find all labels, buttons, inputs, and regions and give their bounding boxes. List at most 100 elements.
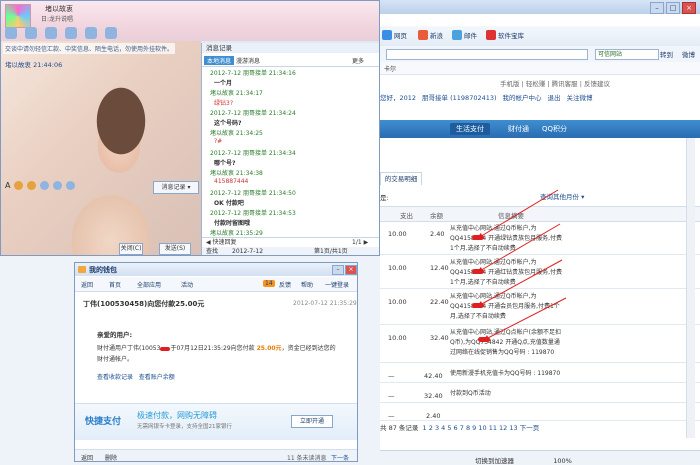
next-page-link[interactable]: 下一页 (520, 424, 540, 432)
voice-icon[interactable] (25, 27, 37, 39)
input-toolbar: A (5, 181, 76, 190)
message-time: 2012-07-12 21:35:29 (293, 300, 357, 307)
chat-toolbar (5, 27, 117, 39)
message-record-button[interactable]: 消息记录 ▾ (153, 181, 199, 194)
screen-icon[interactable] (65, 27, 77, 39)
page-numbers[interactable]: 1 2 3 4 5 6 7 8 9 10 11 12 13 (423, 424, 518, 432)
tab-local-messages[interactable]: 本地消息 (204, 56, 235, 65)
table-row: 10.00 22.40 从充值中心网站,通过Q币帐户,为QQ4158874 开通… (380, 288, 700, 325)
video-icon[interactable] (5, 27, 17, 39)
one-click-login-button[interactable]: 一键登录 (325, 280, 349, 289)
redaction-mark (478, 337, 490, 342)
tab-qq-points[interactable]: QQ积分 (542, 124, 567, 134)
history-line: 这个号码? (214, 120, 242, 127)
sticker-icon[interactable] (27, 181, 37, 190)
view-receipts-link[interactable]: 查看收款记录 (97, 374, 133, 381)
address-bar: 可信网站 转到 微博 (380, 46, 700, 63)
wallet-titlebar: 我的钱包 – × (75, 263, 357, 276)
mail-icon (452, 30, 462, 40)
query-other-month[interactable]: 查询其他月份 ▾ (540, 191, 584, 201)
history-line: 哪个号? (214, 160, 236, 167)
app-icon[interactable] (85, 27, 97, 39)
minimize-button[interactable]: – (332, 265, 344, 275)
total-records: 共 87 条记录 (380, 424, 419, 432)
font-icon[interactable]: A (5, 181, 10, 190)
url-input[interactable] (386, 49, 588, 60)
zoom-level[interactable]: 100% (553, 457, 572, 465)
toolbar-social[interactable]: 新浪 (418, 30, 443, 40)
activity-button[interactable]: 活动 (181, 280, 193, 289)
follow-weibo-link[interactable]: 关注微博 (567, 94, 593, 102)
history-line: 堵以故衷 21:34:25 (210, 130, 263, 137)
music-icon[interactable] (66, 181, 76, 190)
more-icon[interactable] (105, 27, 117, 39)
logout-link[interactable]: 退出 (548, 94, 561, 102)
help-button[interactable]: 帮助 (301, 280, 313, 289)
toolbar-web[interactable]: 网页 (382, 30, 407, 40)
promo-banner: 快捷支付 极速付款，网购无障碍 无需网银专卡登录，支持全国21家银行 立即开通 (75, 403, 357, 440)
history-date[interactable]: 2012-7-12 (232, 247, 263, 255)
avatar[interactable] (5, 4, 31, 28)
emoji-icon[interactable] (14, 181, 24, 190)
more-button[interactable]: 更多 (352, 56, 364, 65)
wallet-links: 查看收款记录 查看账户余额 (97, 372, 175, 381)
history-line: OK 付款吧 (214, 200, 244, 207)
table-row: — 42.40 使用新漫手机充值卡为QQ号码 : 119870 (380, 362, 700, 383)
history-page: 第1页/共1页 (314, 248, 348, 255)
history-tabs: 本地消息 漫游消息 更多 (202, 55, 379, 67)
nav-tab-bar: 生活支付 财付通 QQ积分 (380, 120, 700, 138)
next-message-link[interactable]: 下一条 (331, 453, 349, 461)
feedback-button[interactable]: 反馈 (279, 280, 291, 289)
table-row: 10.00 2.40 从充值中心网站,通过Q币帐户,为QQ4158874 开通绿… (380, 220, 700, 255)
col-info: 信息摘要 (498, 212, 524, 220)
activate-now-button[interactable]: 立即开通 (291, 415, 333, 428)
contact-status: 日:龙升说唱 (41, 16, 74, 23)
file-icon[interactable] (45, 27, 57, 39)
toolbar-software[interactable]: 软件宝库 (486, 30, 524, 40)
scrollbar[interactable] (686, 138, 695, 438)
home-button[interactable]: 首页 (109, 280, 121, 289)
toolbar-mail[interactable]: 邮件 (452, 30, 477, 40)
bookmark-item[interactable]: 卡尔 (384, 64, 396, 73)
tab-life-pay[interactable]: 生活支付 (450, 123, 490, 135)
send-button[interactable]: 发送(S) (159, 243, 191, 255)
footer-back-button[interactable]: 返回 (81, 453, 93, 461)
close-button[interactable]: × (682, 2, 696, 14)
pagination: 共 87 条记录 1 2 3 4 5 6 7 8 9 10 11 12 13 下… (380, 422, 539, 432)
delete-button[interactable]: 删除 (105, 453, 117, 461)
minimize-button[interactable]: – (650, 2, 664, 14)
history-line: 堵以故衷 21:35:29 (210, 230, 263, 237)
table-row: 10.00 12.40 从充值中心网站,通过Q币帐户,为QQ4158874 开通… (380, 254, 700, 289)
go-button[interactable]: 转到 (660, 49, 673, 59)
col-balance: 余额 (430, 212, 443, 220)
table-row: — 2.40 (380, 402, 700, 421)
wallet-toolbar: 返回 首页 全部应用 活动 14 反馈 帮助 一键登录 (75, 277, 357, 292)
safe-site-badge: 可信网站 (595, 49, 659, 60)
top-links[interactable]: 手机版 | 轻松赚 | 腾讯客服 | 反馈建议 (500, 78, 610, 88)
weibo-button[interactable]: 微博 (682, 49, 695, 59)
close-chat-button[interactable]: 关闭(C) (119, 243, 143, 255)
maximize-button[interactable]: □ (666, 2, 680, 14)
window-controls: – □ × (648, 2, 696, 14)
accelerator-toggle[interactable]: 切换到加速器 (475, 457, 514, 465)
close-button[interactable]: × (345, 265, 357, 275)
notification-badge[interactable]: 14 (263, 280, 275, 287)
redaction-mark (160, 346, 171, 351)
trade-detail-tab[interactable]: 的交易明细 (380, 172, 422, 185)
redaction-mark (472, 303, 484, 308)
search-button[interactable]: 查找 (206, 247, 218, 255)
shake-icon[interactable] (40, 181, 50, 190)
all-apps-button[interactable]: 全部应用 (137, 280, 161, 289)
unread-count: 11 条未读消息 (287, 455, 327, 462)
wallet-footer: 返回 删除 11 条未读消息 下一条 (75, 449, 357, 462)
view-balance-link[interactable]: 查看账户余额 (139, 374, 175, 381)
my-center-link[interactable]: 我的帐户中心 (503, 94, 542, 102)
banner-slogan: 极速付款，网购无障碍 (137, 411, 217, 420)
tab-roaming-messages[interactable]: 漫游消息 (236, 56, 260, 65)
history-search-bar: 查找 2012-7-12 第1页/共1页 (202, 247, 379, 255)
back-button[interactable]: 返回 (81, 280, 93, 289)
user-account: 朋哥接单 (1198702413) (422, 94, 497, 102)
tab-tenpay[interactable]: 财付通 (508, 124, 529, 134)
message-body: 财付通用户丁伟(10053 于07月12日21:35:29向您付款 25.00元，… (97, 345, 336, 363)
image-icon[interactable] (53, 181, 63, 190)
